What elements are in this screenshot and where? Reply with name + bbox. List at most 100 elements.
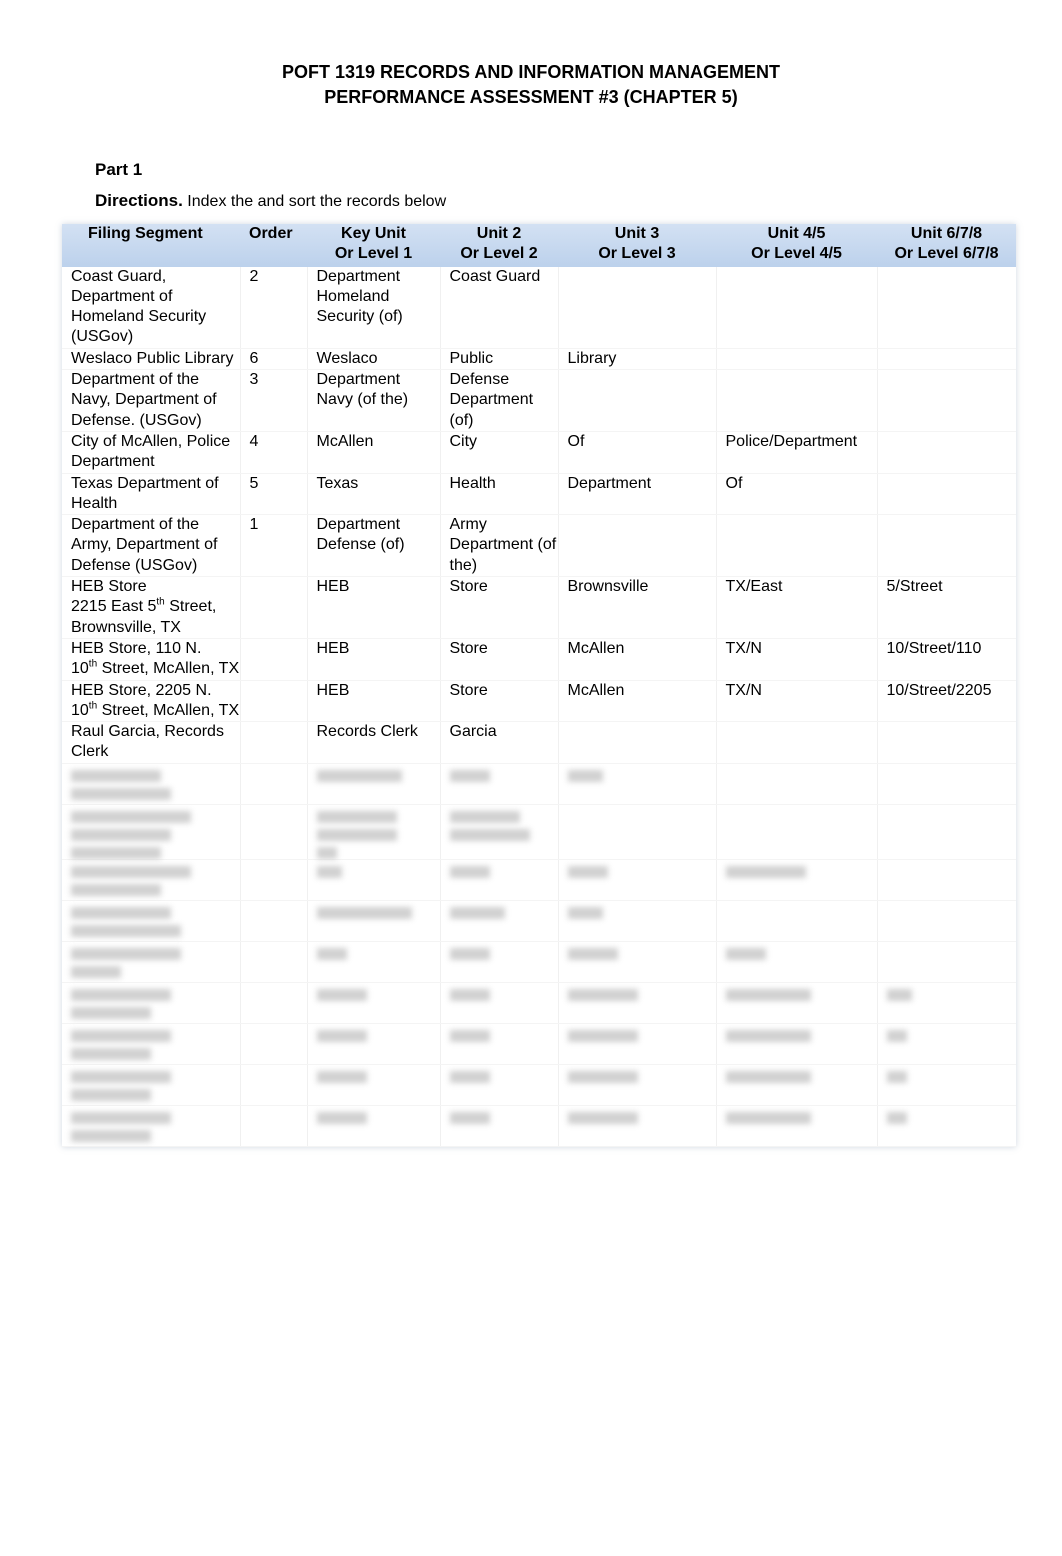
cell-text: Weslaco Public Library xyxy=(71,349,234,367)
blurred-table-row xyxy=(62,941,1016,983)
table-cell: 6 xyxy=(239,348,307,371)
table-cell: Department xyxy=(557,473,716,516)
blurred-text xyxy=(449,865,490,878)
blurred-cell xyxy=(715,804,877,860)
cell-text: HEB Store, 110 N. xyxy=(71,639,202,657)
records-table: Filing Segment Order Key Unit Or Level 1 Uni… xyxy=(62,224,1016,1147)
blurred-text xyxy=(449,947,490,960)
table-cell: Department Defense (of) xyxy=(306,514,440,578)
cell-text: Department xyxy=(567,474,652,492)
table-cell: 2 xyxy=(239,266,307,349)
blurred-text xyxy=(449,1111,490,1124)
cell-text: 10/Street/110 xyxy=(886,639,982,657)
table-cell: HEB Store, 2205 N. 10th Street, McAllen, … xyxy=(62,680,240,723)
blurred-text xyxy=(71,924,181,937)
blurred-table-row xyxy=(62,859,1016,901)
blurred-text xyxy=(725,1029,811,1042)
table-cell xyxy=(715,348,877,371)
blurred-text xyxy=(71,1006,151,1019)
table-cell xyxy=(557,514,716,578)
cell-text: TX/East xyxy=(725,578,783,596)
blurred-cell xyxy=(557,1023,716,1065)
cell-text: Store xyxy=(449,578,488,596)
blurred-text xyxy=(71,947,181,960)
table-cell: 1 xyxy=(239,514,307,578)
cell-text: Library xyxy=(567,349,617,367)
title-line-1: POFT 1319 RECORDS AND INFORMATION MANAGE… xyxy=(281,62,781,82)
table-cell xyxy=(876,431,1016,474)
table-cell: McAllen xyxy=(557,680,716,723)
table-cell xyxy=(876,266,1016,349)
cell-text: Army Department (of the) xyxy=(449,516,557,574)
blurred-text xyxy=(316,769,402,782)
table-cell xyxy=(876,721,1016,764)
blurred-text xyxy=(71,828,171,841)
blurred-text xyxy=(316,1111,367,1124)
table-cell: Police/Department xyxy=(715,431,877,474)
address-part: Street, McAllen, TX xyxy=(97,660,240,678)
table-cell: City of McAllen, Police Department xyxy=(62,431,240,474)
blurred-cell xyxy=(306,982,440,1024)
blurred-cell xyxy=(715,982,877,1024)
blurred-table-row xyxy=(62,763,1016,805)
table-row: Department of the Navy, Department of De… xyxy=(62,369,1016,432)
address-text: 10th Street, McAllen, TX xyxy=(71,659,240,679)
blurred-cell xyxy=(876,900,1016,942)
blurred-cell xyxy=(239,859,307,901)
blurred-text xyxy=(71,883,161,896)
table-cell: 10/Street/2205 xyxy=(876,680,1016,723)
blurred-cell xyxy=(239,804,307,860)
table-cell xyxy=(876,473,1016,516)
blurred-text xyxy=(316,865,342,878)
table-cell: Department Navy (of the) xyxy=(306,369,440,432)
table-cell: HEB xyxy=(306,576,440,639)
table-row: HEB Store, 2205 N. 10th Street, McAllen, … xyxy=(62,680,1016,723)
address-text: 10th Street, McAllen, TX xyxy=(71,701,240,721)
blurred-cell xyxy=(715,1023,877,1065)
blurred-text xyxy=(71,988,171,1001)
cell-text: HEB xyxy=(316,681,350,699)
table-cell: TX/N xyxy=(715,638,877,681)
blurred-text xyxy=(567,769,603,782)
table-cell: Garcia xyxy=(439,721,558,764)
cell-text: Brownsville xyxy=(567,578,649,596)
table-cell: City xyxy=(439,431,558,474)
blurred-text xyxy=(567,1070,638,1083)
table-cell: Department Homeland Security (of) xyxy=(306,266,440,349)
cell-text: HEB Store, 2205 N. xyxy=(71,681,212,699)
table-cell xyxy=(239,680,307,723)
table-cell: Of xyxy=(557,431,716,474)
address-part: th xyxy=(88,700,98,712)
blurred-text xyxy=(886,1111,907,1124)
cell-text: TX/N xyxy=(725,639,762,657)
blurred-text xyxy=(567,1111,638,1124)
blurred-text xyxy=(316,846,337,859)
table-cell: HEB Store, 110 N. 10th Street, McAllen, T… xyxy=(62,638,240,681)
table-cell: Department of the Navy, Department of De… xyxy=(62,369,240,432)
cell-text: McAllen xyxy=(567,639,625,657)
blurred-cell xyxy=(439,1064,558,1106)
table-row: HEB Store 2215 East 5th Street, Brownsvil… xyxy=(62,576,1016,639)
cell-text: Health xyxy=(449,474,496,492)
blurred-cell xyxy=(557,941,716,983)
table-cell xyxy=(557,721,716,764)
blurred-text xyxy=(449,988,490,1001)
column-header-line: Or Level 4/5 xyxy=(751,245,842,263)
blurred-text xyxy=(71,769,161,782)
cell-text: 1 xyxy=(249,516,259,534)
directions-text: Index the and sort the records below xyxy=(182,193,447,210)
blurred-cell xyxy=(62,859,240,901)
table-cell xyxy=(557,369,716,432)
table-cell: Store xyxy=(439,638,558,681)
blurred-text xyxy=(886,1029,907,1042)
cell-text: Coast Guard, Department of Homeland Secu… xyxy=(71,267,207,346)
address-text: 2215 East 5th Street, Brownsville, TX xyxy=(71,597,240,638)
blurred-cell xyxy=(306,763,440,805)
column-header-line: Key Unit xyxy=(341,225,406,242)
column-header-line: Order xyxy=(249,225,293,242)
table-cell: Weslaco Public Library xyxy=(62,348,240,371)
blurred-text xyxy=(316,1029,367,1042)
cell-text: Department Navy (of the) xyxy=(316,371,409,409)
table-row: HEB Store, 110 N. 10th Street, McAllen, T… xyxy=(62,638,1016,681)
table-cell: Store xyxy=(439,576,558,639)
